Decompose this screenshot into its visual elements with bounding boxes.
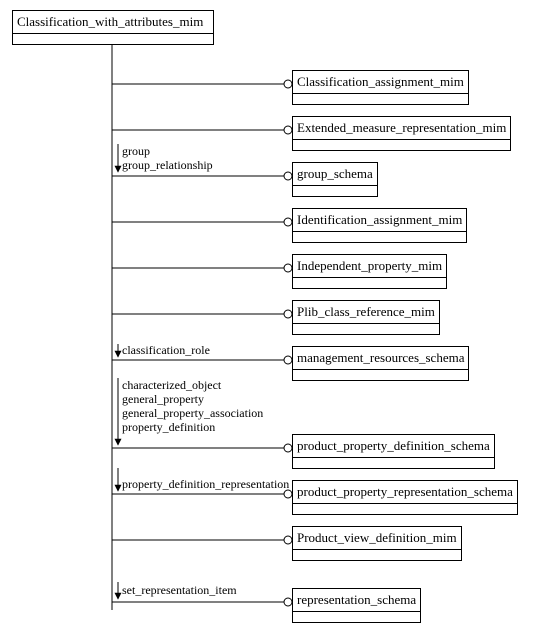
- edge-label-characterized-object: characterized_object: [122, 378, 221, 392]
- target-label: representation_schema: [293, 589, 420, 612]
- root-entity-label: Classification_with_attributes_mim: [13, 11, 213, 34]
- target-label: Classification_assignment_mim: [293, 71, 468, 94]
- target-label: Independent_property_mim: [293, 255, 446, 278]
- target-label: management_resources_schema: [293, 347, 468, 370]
- target-label: Product_view_definition_mim: [293, 527, 461, 550]
- edge-label-general-property: general_property: [122, 392, 204, 406]
- target-label: Identification_assignment_mim: [293, 209, 466, 232]
- target-label: product_property_definition_schema: [293, 435, 494, 458]
- target-label: Extended_measure_representation_mim: [293, 117, 510, 140]
- target-box-extended-measure: Extended_measure_representation_mim: [292, 116, 511, 151]
- target-label: Plib_class_reference_mim: [293, 301, 439, 324]
- target-box-classification-assignment: Classification_assignment_mim: [292, 70, 469, 105]
- target-box-plib-class-reference: Plib_class_reference_mim: [292, 300, 440, 335]
- target-label: product_property_representation_schema: [293, 481, 517, 504]
- target-box-independent-property: Independent_property_mim: [292, 254, 447, 289]
- target-box-group-schema: group_schema: [292, 162, 378, 197]
- edge-label-classification-role: classification_role: [122, 343, 210, 357]
- edge-label-property-definition: property_definition: [122, 420, 215, 434]
- target-box-product-property-representation: product_property_representation_schema: [292, 480, 518, 515]
- target-box-identification-assignment: Identification_assignment_mim: [292, 208, 467, 243]
- target-box-representation-schema: representation_schema: [292, 588, 421, 623]
- target-label: group_schema: [293, 163, 377, 186]
- edge-label-group: group: [122, 144, 150, 158]
- edge-label-property-definition-representation: property_definition_representation: [122, 477, 289, 491]
- target-box-management-resources: management_resources_schema: [292, 346, 469, 381]
- edge-label-set-representation-item: set_representation_item: [122, 583, 237, 597]
- root-entity-box: Classification_with_attributes_mim: [12, 10, 214, 45]
- target-box-product-view-definition: Product_view_definition_mim: [292, 526, 462, 561]
- edge-label-general-property-association: general_property_association: [122, 406, 263, 420]
- edge-label-group-relationship: group_relationship: [122, 158, 213, 172]
- target-box-product-property-definition: product_property_definition_schema: [292, 434, 495, 469]
